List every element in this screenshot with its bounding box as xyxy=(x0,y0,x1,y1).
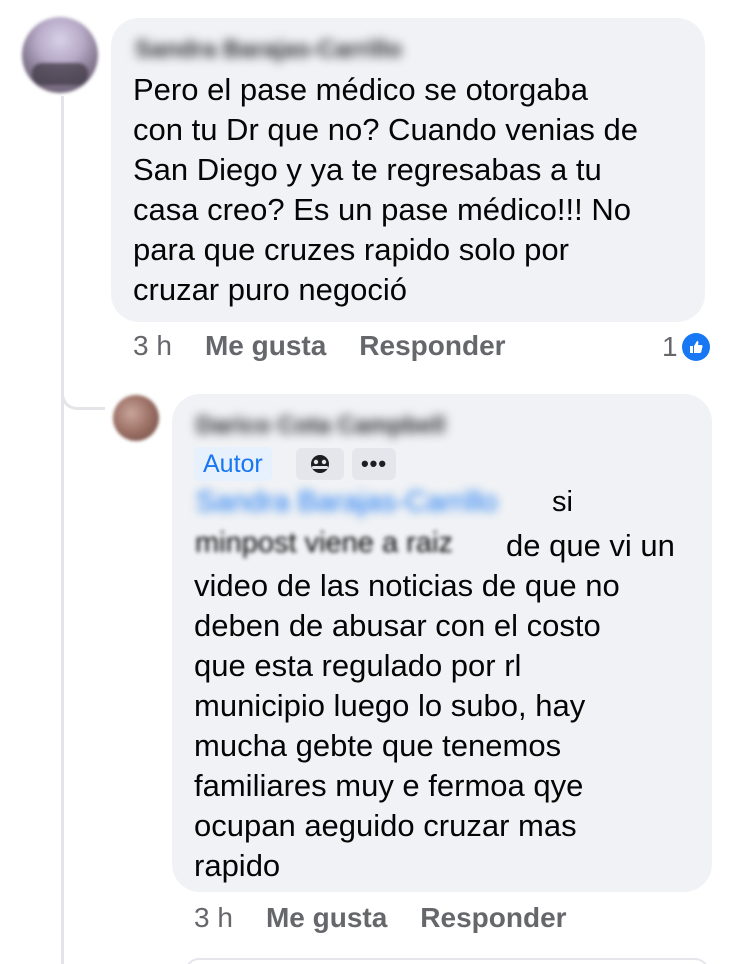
comment-timestamp[interactable]: 3 h xyxy=(133,330,172,362)
reply-blurred-text: minpost viene a raiz xyxy=(195,527,453,559)
next-comment-edge xyxy=(185,958,709,964)
avatar[interactable] xyxy=(22,17,98,93)
comment-thread: Sandra Barajas-Carrillo Pero el pase méd… xyxy=(0,0,739,964)
reply-actions: 3 h Me gusta Responder xyxy=(194,902,567,934)
top-fan-icon[interactable] xyxy=(296,448,344,480)
reply-timestamp[interactable]: 3 h xyxy=(194,902,233,934)
reaction-count: 1 xyxy=(662,331,678,362)
reply-text-after-mention: si xyxy=(552,486,573,518)
reply-button[interactable]: Responder xyxy=(420,902,566,934)
comment-text: Pero el pase médico se otorgaba con tu D… xyxy=(133,72,638,307)
avatar[interactable] xyxy=(113,395,159,441)
like-button[interactable]: Me gusta xyxy=(266,902,387,934)
reply-button[interactable]: Responder xyxy=(359,330,505,362)
reply-text-line: de que vi un xyxy=(506,528,675,563)
comment-author-name[interactable]: Sandra Barajas-Carrillo xyxy=(135,36,402,64)
like-button[interactable]: Me gusta xyxy=(205,330,326,362)
thumbs-up-icon xyxy=(681,333,710,361)
reply-text: video de las noticias de que no deben de… xyxy=(194,568,620,883)
mention-link[interactable]: Sandra Barajas-Carrillo xyxy=(196,486,497,519)
comment-actions: 3 h Me gusta Responder xyxy=(133,330,506,362)
reply-author-name[interactable]: Darico Cota Campbell xyxy=(196,412,445,440)
author-badge: Autor xyxy=(194,447,272,481)
more-options-button[interactable]: ••• xyxy=(352,448,396,480)
reaction-summary[interactable]: 1 xyxy=(662,331,710,363)
thread-connector-line xyxy=(61,96,64,964)
thread-reply-branch xyxy=(61,372,105,410)
